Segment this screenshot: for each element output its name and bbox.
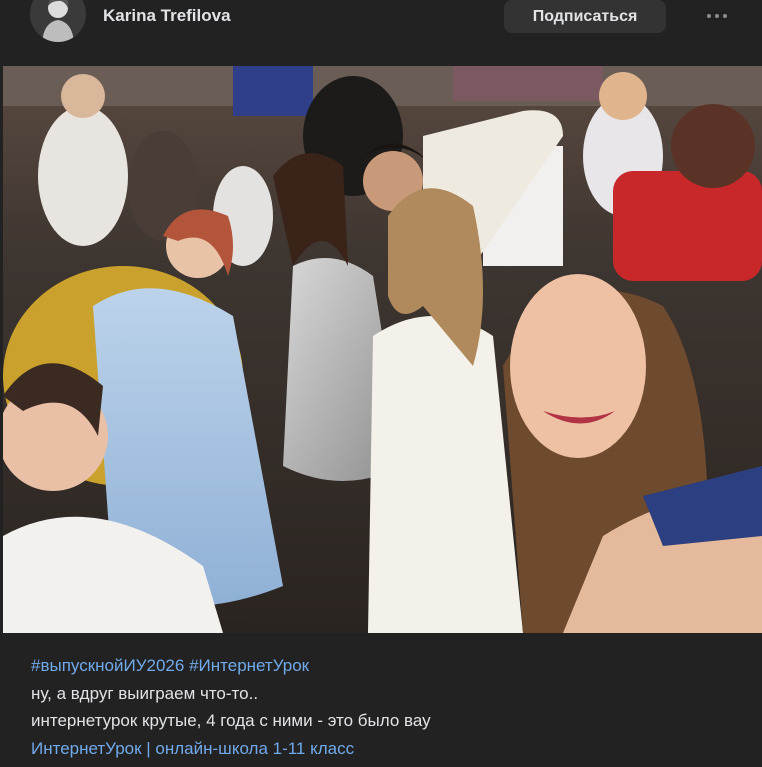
more-dot xyxy=(707,14,711,18)
post-header: Karina Trefilova Подписаться xyxy=(0,0,762,62)
community-link[interactable]: ИнтернетУрок | онлайн-школа 1-11 класс xyxy=(31,739,354,758)
group-selfie-image xyxy=(3,66,762,633)
community-link-line: ИнтернетУрок | онлайн-школа 1-11 класс xyxy=(31,735,731,763)
post-card: Karina Trefilova Подписаться #выпускнойИ… xyxy=(0,0,762,767)
hashtag-line: #выпускнойИУ2026 #ИнтернетУрок xyxy=(31,652,731,680)
more-dot xyxy=(715,14,719,18)
post-text-line: ну, а вдруг выиграем что-то.. xyxy=(31,683,259,703)
author-avatar[interactable] xyxy=(30,0,86,42)
hashtag-link[interactable]: #выпускнойИУ2026 xyxy=(31,656,184,675)
more-dot xyxy=(723,14,727,18)
avatar-image xyxy=(30,0,86,42)
post-text: #выпускнойИУ2026 #ИнтернетУрок ну, а вдр… xyxy=(31,652,731,762)
author-name[interactable]: Karina Trefilova xyxy=(103,6,231,26)
subscribe-button[interactable]: Подписаться xyxy=(504,0,666,33)
hashtag-link[interactable]: #ИнтернетУрок xyxy=(189,656,309,675)
post-text-line: интернетурок крутые, 4 года с ними - это… xyxy=(31,711,431,730)
more-icon[interactable] xyxy=(700,6,734,26)
post-photo[interactable] xyxy=(3,66,762,633)
